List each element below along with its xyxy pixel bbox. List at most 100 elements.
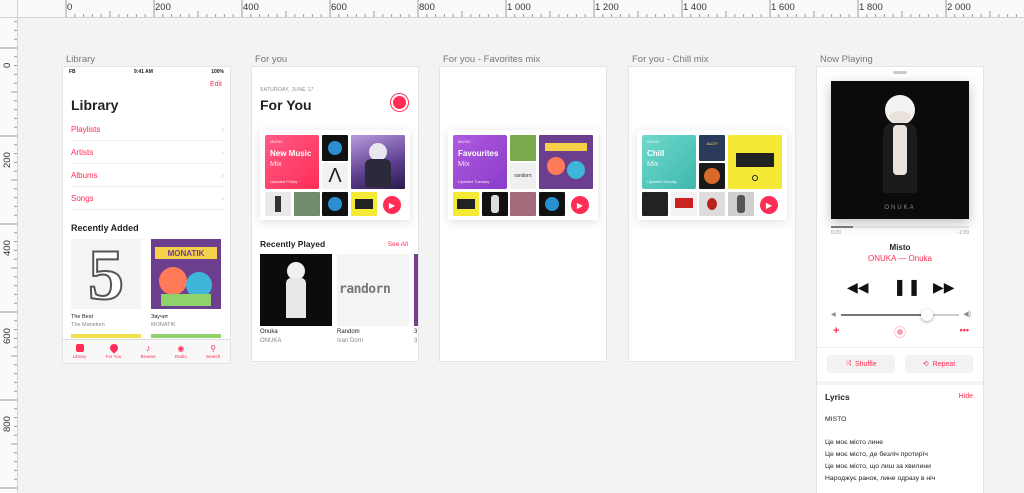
lyrics-hide-button[interactable]: Hide bbox=[959, 393, 973, 400]
mix-name: New Music bbox=[270, 149, 312, 158]
ruler-label: 200 bbox=[2, 152, 13, 168]
tab-label: Search bbox=[206, 354, 221, 359]
artboard-library[interactable]: FB 9:41 AM 100% Edit Library Playlists › … bbox=[63, 67, 230, 363]
mix-sub: Mix bbox=[458, 159, 470, 168]
track-title: Misto bbox=[889, 243, 911, 252]
album-thumb bbox=[728, 135, 782, 189]
mix-updated: Updated Tuesday bbox=[458, 179, 490, 184]
edit-button[interactable]: Edit bbox=[210, 81, 222, 88]
ruler-label: 200 bbox=[155, 2, 171, 13]
recent-album-onuka[interactable] bbox=[260, 254, 332, 326]
album-name: Звучит bbox=[151, 314, 169, 320]
volume-slider[interactable] bbox=[841, 314, 959, 316]
album-thumb bbox=[699, 163, 725, 189]
row-label: Songs bbox=[71, 194, 94, 203]
volume-high-icon: ◀) bbox=[963, 311, 971, 318]
library-row-artists[interactable]: Artists › bbox=[71, 142, 224, 164]
play-button[interactable]: ▶ bbox=[383, 196, 401, 214]
lyric-line: Це моє місто, що лиш за хвилини bbox=[825, 463, 931, 470]
volume-knob[interactable] bbox=[921, 309, 933, 321]
artboard-favorites-mix[interactable]: MUSIC Favourites Mix Updated Tuesday ran… bbox=[440, 67, 606, 361]
fast-forward-button[interactable]: ▶▶ bbox=[933, 279, 955, 296]
album-name: Onuka bbox=[260, 329, 278, 335]
play-icon: ▶ bbox=[388, 200, 396, 210]
album-thumb bbox=[482, 192, 508, 216]
album-peek bbox=[71, 334, 141, 338]
track-artist: ONUKA — Onuka bbox=[867, 254, 933, 263]
album-artist: Ivan Dorn bbox=[337, 338, 364, 344]
ruler-label: 800 bbox=[2, 416, 13, 432]
tab-for-you[interactable]: For You bbox=[106, 342, 121, 359]
tab-library[interactable]: Library bbox=[73, 344, 86, 359]
ruler-label: 2 000 bbox=[947, 2, 971, 13]
add-icon[interactable]: + bbox=[833, 325, 839, 337]
tab-browse[interactable]: ♪ Browse bbox=[141, 344, 156, 360]
library-row-albums[interactable]: Albums › bbox=[71, 165, 224, 187]
carrier-label: FB bbox=[69, 69, 76, 75]
chill-mix-card[interactable]: MUSIC Chill Mix Updated Sunday JAZZY ▶ bbox=[637, 130, 787, 220]
mix-sub: Mix bbox=[270, 159, 282, 168]
album-thumb: Λ bbox=[322, 163, 348, 189]
shuffle-button[interactable]: ⤨ Shuffle bbox=[827, 355, 895, 373]
play-button[interactable]: ▶ bbox=[571, 196, 589, 214]
repeat-label: Repeat bbox=[932, 360, 956, 368]
new-music-mix-card[interactable]: MUSIC New Music Mix Updated Friday Λ ▶ bbox=[260, 130, 410, 220]
album-cover-large: ONUKA bbox=[831, 81, 969, 219]
artboard-label-favorites-mix[interactable]: For you - Favorites mix bbox=[443, 54, 540, 65]
artboard-label-library[interactable]: Library bbox=[66, 54, 95, 65]
recently-added-title: Recently Added bbox=[71, 223, 139, 233]
album-artist: 3 bbox=[414, 338, 418, 344]
time-remaining: -1:09 bbox=[957, 230, 969, 236]
dismiss-handle[interactable] bbox=[893, 71, 907, 74]
artboard-now-playing[interactable]: ONUKA 0:20 -1:09 Misto ONUKA — Onuka ◀◀ … bbox=[817, 67, 983, 493]
volume-low-icon: ◀ bbox=[831, 312, 836, 318]
library-icon bbox=[75, 344, 84, 352]
ruler-label: 0 bbox=[2, 62, 13, 68]
ruler-label: 1 400 bbox=[683, 2, 707, 13]
tab-radio[interactable]: ◉ Radio bbox=[175, 344, 187, 359]
airplay-icon[interactable] bbox=[895, 327, 905, 337]
album-thumb: randorn bbox=[510, 163, 536, 189]
ruler-label: 1 800 bbox=[859, 2, 883, 13]
rewind-button[interactable]: ◀◀ bbox=[847, 279, 869, 296]
shuffle-label: Shuffle bbox=[854, 360, 877, 368]
lyric-line: Це моє місто лине bbox=[825, 439, 884, 446]
mix-cover: MUSIC New Music Mix Updated Friday bbox=[265, 135, 319, 189]
library-row-playlists[interactable]: Playlists › bbox=[71, 119, 224, 141]
artboard-label-for-you[interactable]: For you bbox=[255, 54, 287, 65]
tab-search[interactable]: ⚲ Search bbox=[206, 344, 220, 359]
repeat-button[interactable]: ⟲ Repeat bbox=[905, 355, 973, 373]
ruler-label: 800 bbox=[419, 2, 435, 13]
album-name: The Best bbox=[71, 314, 94, 320]
see-all-link[interactable]: See All bbox=[388, 241, 408, 248]
artboard-label-chill-mix[interactable]: For you - Chill mix bbox=[632, 54, 709, 65]
divider bbox=[817, 381, 983, 385]
avatar[interactable] bbox=[391, 94, 408, 111]
cover-text: ONUKA bbox=[884, 205, 916, 211]
album-cover-zvuchit[interactable]: MONATIK bbox=[151, 239, 221, 309]
pause-button[interactable]: ❚❚ bbox=[893, 277, 922, 297]
album-thumb bbox=[322, 135, 348, 161]
ruler-label: 1 000 bbox=[507, 2, 531, 13]
play-button[interactable]: ▶ bbox=[760, 196, 778, 214]
album-thumb: JAZZY bbox=[699, 135, 725, 161]
recent-album-random[interactable]: randorn bbox=[337, 254, 409, 326]
more-icon[interactable]: ••• bbox=[960, 325, 969, 335]
album-cover-the-best[interactable]: 5 bbox=[71, 239, 141, 309]
play-icon: ▶ bbox=[765, 200, 773, 210]
shuffle-icon: ⤨ bbox=[845, 360, 851, 367]
progress-bar[interactable] bbox=[831, 226, 969, 228]
artboard-label-now-playing[interactable]: Now Playing bbox=[820, 54, 873, 65]
artboard-chill-mix[interactable]: MUSIC Chill Mix Updated Sunday JAZZY ▶ bbox=[629, 67, 795, 361]
album-thumb bbox=[728, 192, 754, 216]
battery-label: 100% bbox=[211, 69, 224, 75]
svg-text:5: 5 bbox=[88, 239, 124, 309]
album-name: 3 bbox=[414, 329, 418, 335]
mix-cover: MUSIC Favourites Mix Updated Tuesday bbox=[453, 135, 507, 189]
library-row-songs[interactable]: Songs › bbox=[71, 188, 224, 210]
artboard-for-you[interactable]: SATURDAY, JUNE 17 For You MUSIC New Musi… bbox=[252, 67, 418, 361]
favourites-mix-card[interactable]: MUSIC Favourites Mix Updated Tuesday ran… bbox=[448, 130, 598, 220]
recent-album-peek[interactable] bbox=[414, 254, 418, 326]
ruler-label: 600 bbox=[2, 328, 13, 344]
radio-icon: ◉ bbox=[177, 344, 185, 353]
